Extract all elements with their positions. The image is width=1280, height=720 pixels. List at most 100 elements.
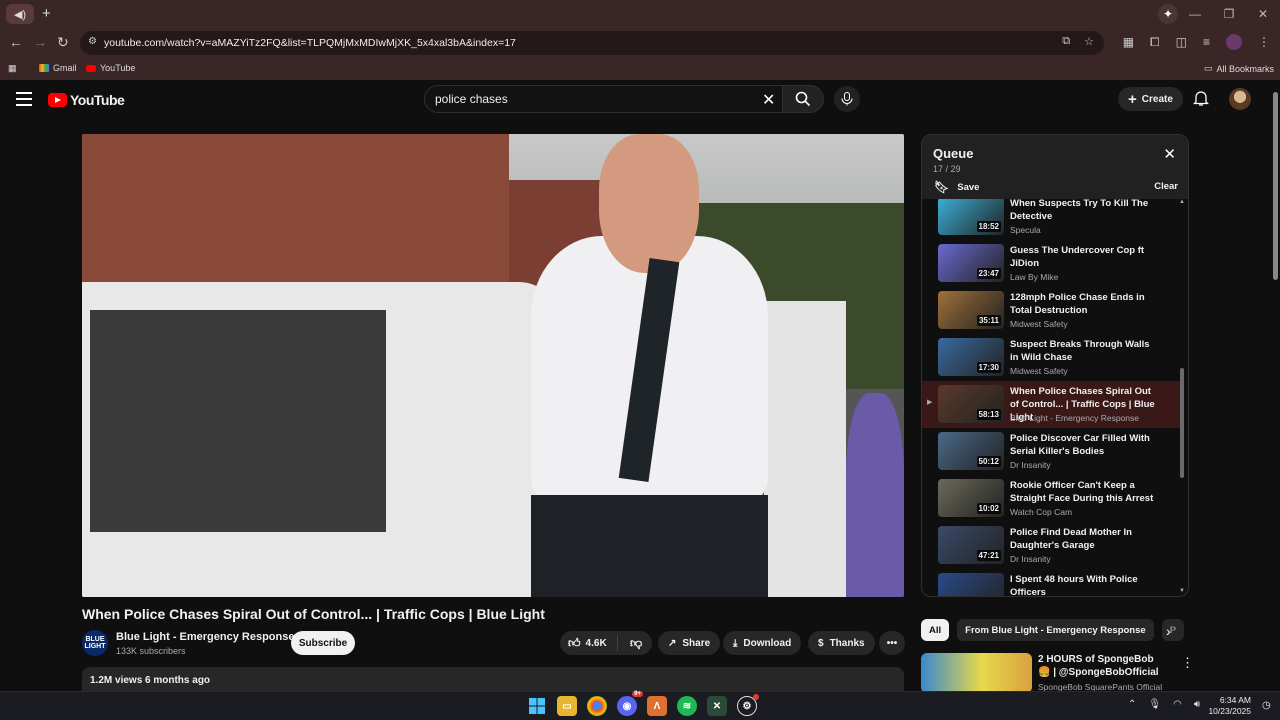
new-tab-button[interactable]: + — [42, 5, 51, 22]
windows-start-icon[interactable] — [527, 696, 547, 716]
back-arrow-icon[interactable]: ← — [9, 34, 23, 50]
queue-scrollbar[interactable] — [1180, 368, 1184, 478]
browser-tab[interactable]: ◀) — [6, 4, 34, 24]
more-vertical-icon[interactable]: ⋮ — [1181, 655, 1194, 671]
app-icon-a[interactable]: Λ — [647, 696, 667, 716]
subscribe-button[interactable]: Subscribe — [291, 631, 355, 655]
queue-item[interactable]: 17:30 Suspect Breaks Through Walls in Wil… — [922, 334, 1180, 381]
video-player[interactable] — [82, 134, 904, 597]
search-value: police chases — [435, 92, 508, 106]
queue-thumbnail[interactable]: 50:12 — [938, 432, 1004, 470]
site-info-icon[interactable]: ⚙ — [88, 36, 97, 47]
address-bar[interactable]: ⚙ youtube.com/watch?v=aMAZYiTz2FQ&list=T… — [80, 31, 1104, 55]
extensions-puzzle-icon[interactable]: ⧠ — [1150, 35, 1160, 50]
chrome-icon[interactable] — [587, 696, 607, 716]
tray-chevron-icon[interactable]: ⌃ — [1128, 699, 1136, 710]
profile-avatar-icon[interactable] — [1226, 34, 1242, 50]
page-scrollbar-thumb[interactable] — [1273, 92, 1278, 280]
search-icon — [795, 91, 811, 107]
channel-name[interactable]: Blue Light - Emergency Response — [116, 631, 294, 643]
thumbs-down-icon[interactable]: 👎︎ — [624, 636, 642, 651]
queue-thumbnail[interactable]: 58:13 — [938, 385, 1004, 423]
clear-queue-button[interactable]: Clear — [1154, 181, 1178, 192]
queue-item[interactable]: 10:02 Rookie Officer Can't Keep a Straigh… — [922, 475, 1180, 522]
media-control-icon[interactable]: ≡ — [1203, 35, 1210, 49]
bookmark-star-icon[interactable]: ☆ — [1084, 35, 1094, 48]
install-app-icon[interactable]: ⧉ — [1062, 35, 1070, 48]
minimize-button[interactable]: — — [1178, 7, 1212, 21]
recommended-thumbnail[interactable] — [921, 653, 1032, 693]
recommended-video[interactable]: 2 HOURS of SpongeBob 🍔 | @SpongeBobOffic… — [921, 653, 1194, 693]
more-actions-button[interactable]: ••• — [879, 631, 905, 655]
account-avatar[interactable] — [1229, 88, 1251, 110]
bookmark-youtube[interactable]: YouTube — [86, 63, 135, 73]
queue-item[interactable]: 54:40 I Spent 48 hours With Police Office… — [922, 569, 1180, 596]
queue-thumbnail[interactable]: 54:40 — [938, 573, 1004, 596]
share-icon: ↗ — [668, 637, 677, 649]
queue-title: Queue — [933, 146, 974, 161]
microphone-icon — [841, 92, 853, 106]
notification-center-icon[interactable]: ◷ — [1262, 700, 1271, 711]
subscriber-count: 133K subscribers — [116, 646, 186, 656]
chip-all[interactable]: All — [921, 619, 950, 641]
duration-badge: 10:02 — [976, 503, 1001, 514]
spotify-icon[interactable]: ≋ — [677, 696, 697, 716]
side-panel-icon[interactable]: ◫ — [1176, 35, 1187, 49]
recommended-title[interactable]: 2 HOURS of SpongeBob 🍔 | @SpongeBobOffic… — [1038, 653, 1168, 679]
save-queue-button[interactable]: 🔖︎ Save — [934, 180, 979, 194]
queue-item[interactable]: 18:52 When Suspects Try To Kill The Detec… — [922, 199, 1180, 240]
voice-search-button[interactable] — [834, 86, 860, 112]
chevron-right-icon[interactable]: › — [1166, 623, 1171, 639]
queue-thumbnail[interactable]: 47:21 — [938, 526, 1004, 564]
youtube-logo[interactable]: YouTube — [48, 92, 125, 108]
queue-thumbnail[interactable]: 23:47 — [938, 244, 1004, 282]
bookmark-gmail[interactable]: Gmail — [39, 63, 77, 73]
create-button[interactable]: + Create — [1118, 87, 1183, 111]
scroll-up-icon[interactable]: ▲ — [1179, 199, 1185, 205]
tray-mic-icon[interactable]: 🎙︎ — [1148, 699, 1161, 710]
menu-icon[interactable] — [16, 92, 32, 110]
discord-icon[interactable]: ◉ 9+ — [617, 691, 643, 716]
restore-button[interactable]: ❐ — [1212, 7, 1246, 21]
queue-thumbnail[interactable]: 17:30 — [938, 338, 1004, 376]
duration-badge: 47:21 — [976, 550, 1001, 561]
channel-avatar[interactable]: BLUE LIGHT — [82, 630, 108, 656]
queue-item[interactable]: ▶ 58:13 When Police Chases Spiral Out of C… — [922, 381, 1180, 428]
search-input[interactable]: police chases — [424, 85, 786, 113]
page-scrollbar[interactable] — [1271, 80, 1280, 696]
queue-thumbnail[interactable]: 35:11 — [938, 291, 1004, 329]
file-explorer-icon[interactable]: ▭ — [557, 696, 577, 716]
all-bookmarks[interactable]: ▭ All Bookmarks — [1204, 63, 1274, 74]
queue-item[interactable]: 35:11 128mph Police Chase Ends in Total D… — [922, 287, 1180, 334]
clear-search-icon[interactable]: ✕ — [762, 90, 775, 110]
queue-item[interactable]: 47:21 Police Find Dead Mother In Daughter… — [922, 522, 1180, 569]
thanks-button[interactable]: $ Thanks — [808, 631, 875, 655]
download-button[interactable]: ⤓ Download — [723, 631, 802, 655]
search-button[interactable] — [782, 85, 824, 113]
like-button[interactable]: 👍︎ 4.6K — [560, 635, 618, 651]
extension-icon[interactable]: ▦ — [1123, 35, 1134, 49]
queue-item[interactable]: 23:47 Guess The Undercover Cop ft JiDion L… — [922, 240, 1180, 287]
system-clock[interactable]: 6:34 AM 10/23/2025 — [1205, 695, 1251, 717]
gemini-icon[interactable]: ✦ — [1158, 4, 1178, 24]
like-count: 4.6K — [585, 637, 607, 649]
volume-icon[interactable]: 🔊︎ — [1194, 699, 1200, 710]
steam-icon[interactable]: ⚙ — [737, 694, 759, 716]
logo-text: YouTube — [70, 92, 125, 108]
close-window-button[interactable]: ✕ — [1246, 7, 1280, 21]
queue-thumbnail[interactable]: 10:02 — [938, 479, 1004, 517]
channel-logo-text: BLUE LIGHT — [84, 636, 106, 650]
close-queue-icon[interactable]: ✕ — [1163, 145, 1176, 163]
share-button[interactable]: ↗ Share — [658, 631, 721, 655]
chrome-menu-icon[interactable]: ⋮ — [1258, 35, 1270, 49]
apps-grid-icon[interactable]: ▦ — [8, 63, 17, 74]
terminal-icon[interactable]: ✕ — [707, 696, 727, 716]
reload-icon[interactable]: ↻ — [57, 34, 69, 51]
scroll-down-icon[interactable]: ▼ — [1179, 588, 1185, 594]
wifi-icon[interactable]: ◠ — [1173, 699, 1182, 710]
queue-thumbnail[interactable]: 18:52 — [938, 199, 1004, 235]
chip-from-channel[interactable]: From Blue Light - Emergency Response — [957, 619, 1154, 641]
notifications-bell-icon[interactable] — [1193, 90, 1209, 107]
forward-arrow-icon[interactable]: → — [33, 34, 47, 50]
queue-item[interactable]: 50:12 Police Discover Car Filled With Ser… — [922, 428, 1180, 475]
